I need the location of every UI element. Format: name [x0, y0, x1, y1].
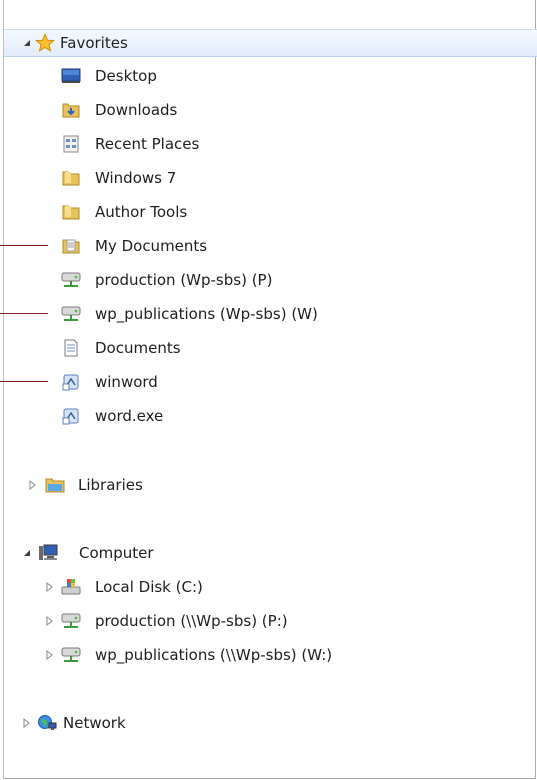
- nav-network-label: Network: [63, 714, 126, 732]
- nav-favorites-label: Favorites: [60, 34, 128, 52]
- shortcut-icon: [61, 372, 81, 392]
- nav-computer[interactable]: Computer: [4, 539, 537, 567]
- nav-item-label: Downloads: [95, 101, 178, 119]
- nav-item-word-exe[interactable]: word.exe: [4, 402, 537, 430]
- nav-item-downloads[interactable]: Downloads: [4, 96, 537, 124]
- callout-line: [0, 245, 48, 246]
- folder-icon: [61, 202, 81, 222]
- nav-item-local-disk[interactable]: Local Disk (C:): [4, 573, 537, 601]
- callout-line: [0, 381, 48, 382]
- star-icon: [35, 33, 55, 53]
- computer-icon: [38, 543, 58, 563]
- libraries-icon: [45, 475, 65, 495]
- folder-icon: [61, 168, 81, 188]
- network-drive-icon: [61, 270, 81, 290]
- nav-item-label: Local Disk (C:): [95, 578, 203, 596]
- document-icon: [61, 338, 81, 358]
- nav-favorites[interactable]: Favorites: [4, 29, 537, 57]
- nav-item-windows-7[interactable]: Windows 7: [4, 164, 537, 192]
- network-icon: [37, 713, 57, 733]
- network-drive-icon: [61, 611, 81, 631]
- nav-computer-label: Computer: [79, 544, 154, 562]
- collapsed-arrow-icon[interactable]: [44, 615, 56, 627]
- nav-item-label: Desktop: [95, 67, 157, 85]
- nav-item-my-documents[interactable]: My Documents: [4, 232, 537, 260]
- nav-network[interactable]: Network: [4, 709, 537, 737]
- nav-item-author-tools[interactable]: Author Tools: [4, 198, 537, 226]
- expanded-arrow-icon[interactable]: [21, 37, 33, 49]
- nav-item-desktop[interactable]: Desktop: [4, 62, 537, 90]
- nav-libraries-label: Libraries: [78, 476, 143, 494]
- nav-item-label: production (Wp-sbs) (P): [95, 271, 273, 289]
- shortcut-icon: [61, 406, 81, 426]
- local-disk-icon: [61, 577, 81, 597]
- nav-item-recent-places[interactable]: Recent Places: [4, 130, 537, 158]
- nav-item-label: word.exe: [95, 407, 164, 425]
- navigation-pane: Favorites Desktop Downloads Recent Place…: [3, 0, 537, 779]
- recent-places-icon: [61, 134, 81, 154]
- nav-item-label: winword: [95, 373, 158, 391]
- nav-item-label: My Documents: [95, 237, 208, 255]
- desktop-icon: [61, 66, 81, 86]
- nav-item-production-network-drive[interactable]: production (\\Wp-sbs) (P:): [4, 607, 537, 635]
- network-drive-icon: [61, 304, 81, 324]
- nav-item-wp-publications-drive[interactable]: wp_publications (Wp-sbs) (W): [4, 300, 537, 328]
- nav-item-winword[interactable]: winword: [4, 368, 537, 396]
- nav-item-production-drive[interactable]: production (Wp-sbs) (P): [4, 266, 537, 294]
- nav-item-label: wp_publications (Wp-sbs) (W): [95, 305, 318, 323]
- nav-item-documents[interactable]: Documents: [4, 334, 537, 362]
- collapsed-arrow-icon[interactable]: [21, 717, 33, 729]
- nav-item-label: Windows 7: [95, 169, 177, 187]
- collapsed-arrow-icon[interactable]: [44, 581, 56, 593]
- expanded-arrow-icon[interactable]: [21, 547, 33, 559]
- documents-folder-icon: [61, 236, 81, 256]
- nav-item-label: Recent Places: [95, 135, 200, 153]
- nav-item-label: wp_publications (\\Wp-sbs) (W:): [95, 646, 333, 664]
- network-drive-icon: [61, 645, 81, 665]
- collapsed-arrow-icon[interactable]: [27, 479, 39, 491]
- nav-libraries[interactable]: Libraries: [4, 471, 537, 499]
- nav-item-wp-publications-network-drive[interactable]: wp_publications (\\Wp-sbs) (W:): [4, 641, 537, 669]
- nav-item-label: production (\\Wp-sbs) (P:): [95, 612, 288, 630]
- downloads-folder-icon: [61, 100, 81, 120]
- callout-line: [0, 313, 48, 314]
- nav-item-label: Author Tools: [95, 203, 188, 221]
- collapsed-arrow-icon[interactable]: [44, 649, 56, 661]
- nav-item-label: Documents: [95, 339, 181, 357]
